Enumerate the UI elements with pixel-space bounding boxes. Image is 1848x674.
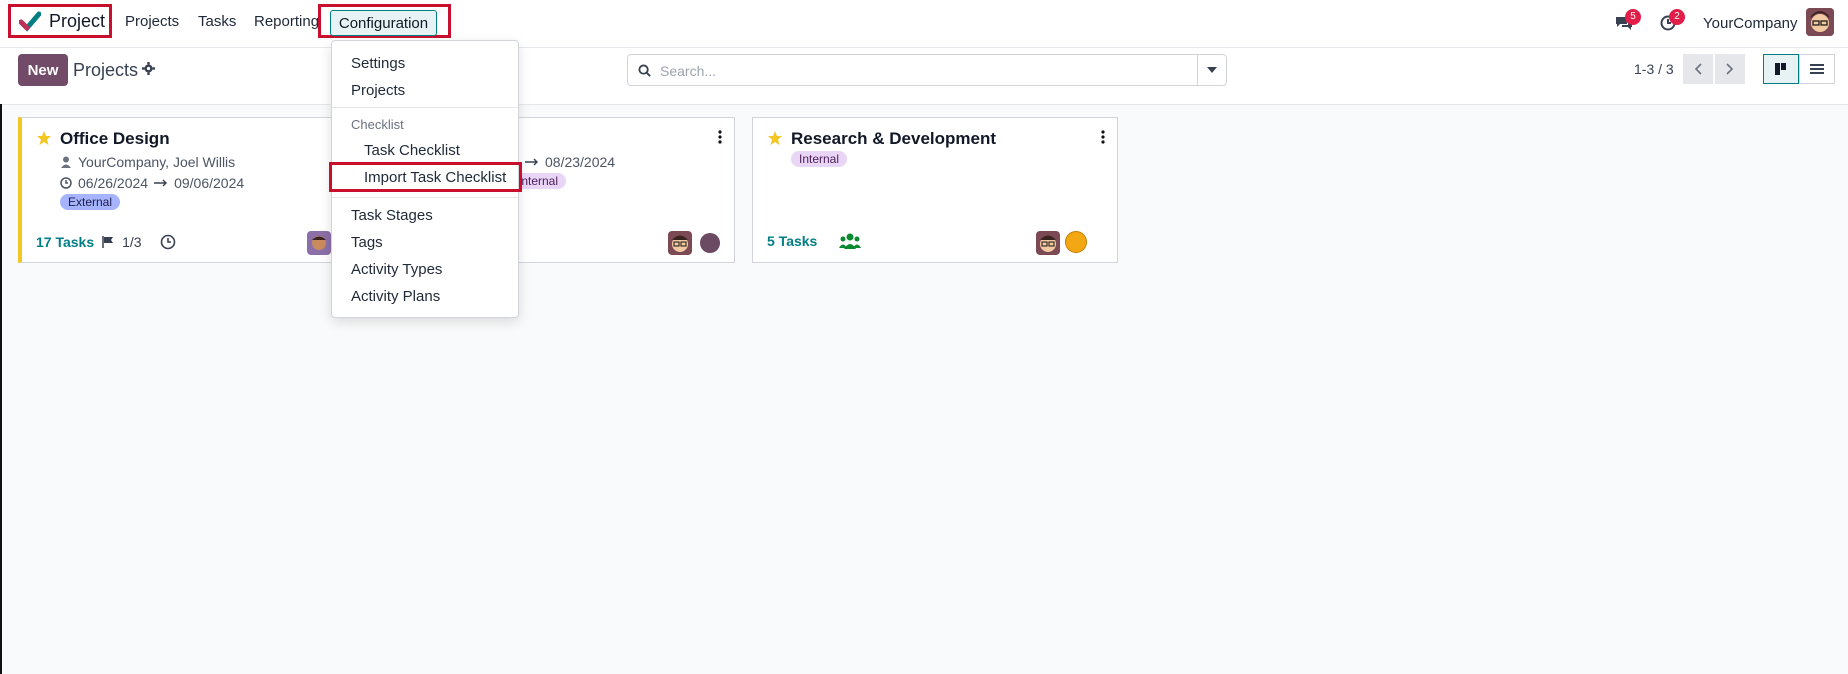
- card-footer: 5 Tasks: [767, 232, 862, 250]
- project-customer: YourCompany, Joel Willis: [60, 154, 235, 170]
- page-title: Projects: [73, 60, 139, 80]
- list-view-button[interactable]: [1799, 54, 1835, 84]
- menu-item-projects[interactable]: Projects: [351, 82, 405, 99]
- messages-badge: 5: [1625, 9, 1641, 25]
- start-date: 06/26/2024: [78, 175, 149, 191]
- project-dates: 08/23/2024: [525, 154, 615, 170]
- project-app-icon: [19, 11, 41, 32]
- menu-item-task-stages[interactable]: Task Stages: [351, 207, 433, 224]
- milestones-count: 1/3: [122, 234, 142, 250]
- flag-icon: [102, 236, 114, 248]
- status-dot[interactable]: [700, 233, 720, 253]
- arrow-right-icon: [525, 158, 538, 166]
- kebab-menu-icon[interactable]: [1101, 130, 1105, 148]
- favorite-star-icon[interactable]: [36, 130, 52, 150]
- kanban-view-button[interactable]: [1763, 54, 1799, 84]
- search-options-toggle[interactable]: [1197, 55, 1226, 85]
- arrow-right-icon: [154, 179, 168, 187]
- project-title: Research & Development: [791, 129, 997, 148]
- pager-previous[interactable]: [1683, 54, 1713, 84]
- chevron-left-icon: [1694, 63, 1702, 75]
- menu-item-tags[interactable]: Tags: [351, 234, 383, 251]
- menu-item-import-task-checklist[interactable]: Import Task Checklist: [364, 169, 506, 186]
- search-bar: [627, 54, 1227, 87]
- project-tag: Internal: [791, 151, 848, 167]
- assignee-avatar[interactable]: [1036, 231, 1060, 255]
- menu-item-activity-plans[interactable]: Activity Plans: [351, 288, 440, 305]
- customer-name: YourCompany, Joel Willis: [78, 154, 236, 170]
- menu-divider: [332, 107, 518, 108]
- end-date: 09/06/2024: [174, 175, 245, 191]
- menu-item-task-checklist[interactable]: Task Checklist: [364, 142, 460, 159]
- project-dates: 06/26/2024 09/06/2024: [60, 175, 244, 191]
- menu-header-checklist: Checklist: [351, 117, 404, 132]
- card-footer: 17 Tasks 1/3: [36, 234, 176, 250]
- caret-down-icon: [1207, 67, 1217, 73]
- search-input[interactable]: [658, 55, 1192, 87]
- assignee-avatar[interactable]: [307, 231, 331, 255]
- gear-icon[interactable]: [142, 62, 155, 79]
- app-name: Project: [49, 10, 106, 31]
- kebab-menu-icon[interactable]: [718, 130, 722, 148]
- favorite-star-icon[interactable]: [767, 130, 783, 150]
- menu-divider: [332, 197, 518, 198]
- assignee-avatar[interactable]: [668, 231, 692, 255]
- app-brand[interactable]: Project: [8, 4, 112, 38]
- avatar-face-icon: [1806, 8, 1834, 36]
- nav-configuration[interactable]: Configuration: [330, 10, 437, 36]
- menu-item-settings[interactable]: Settings: [351, 55, 405, 72]
- kanban-icon: [1775, 63, 1786, 75]
- users-group-icon: [839, 233, 862, 249]
- control-panel: New Projects 1-3 / 3: [0, 48, 1848, 105]
- top-navbar: Project Projects Tasks Reporting Configu…: [0, 0, 1848, 48]
- pager-next[interactable]: [1715, 54, 1745, 84]
- project-title: Office Design: [60, 129, 170, 148]
- company-switcher[interactable]: YourCompany: [1703, 15, 1798, 32]
- user-icon: [61, 156, 71, 168]
- nav-reporting[interactable]: Reporting: [254, 13, 319, 30]
- messages-systray[interactable]: 5: [1613, 9, 1641, 34]
- tasks-link[interactable]: 17 Tasks: [36, 234, 94, 250]
- status-dot[interactable]: [1065, 231, 1087, 253]
- tasks-link[interactable]: 5 Tasks: [767, 233, 817, 249]
- list-icon: [1810, 64, 1824, 74]
- window-edge: [0, 104, 2, 674]
- nav-tasks[interactable]: Tasks: [198, 13, 236, 30]
- nav-projects[interactable]: Projects: [125, 13, 179, 30]
- user-avatar[interactable]: [1806, 8, 1834, 36]
- new-button[interactable]: New: [18, 54, 68, 86]
- activity-clock-icon[interactable]: [160, 234, 176, 250]
- search-icon: [638, 64, 651, 77]
- clock-icon: [60, 177, 72, 189]
- activities-badge: 2: [1669, 9, 1685, 25]
- menu-item-activity-types[interactable]: Activity Types: [351, 261, 442, 278]
- configuration-dropdown: Settings Projects Checklist Task Checkli…: [329, 40, 522, 318]
- project-card[interactable]: Research & Development Internal 5 Tasks: [752, 117, 1118, 263]
- end-date: 08/23/2024: [545, 154, 616, 170]
- project-tag: External: [60, 194, 121, 210]
- activities-systray[interactable]: 2: [1657, 9, 1685, 34]
- pager-value[interactable]: 1-3 / 3: [1634, 61, 1674, 77]
- chevron-right-icon: [1726, 63, 1734, 75]
